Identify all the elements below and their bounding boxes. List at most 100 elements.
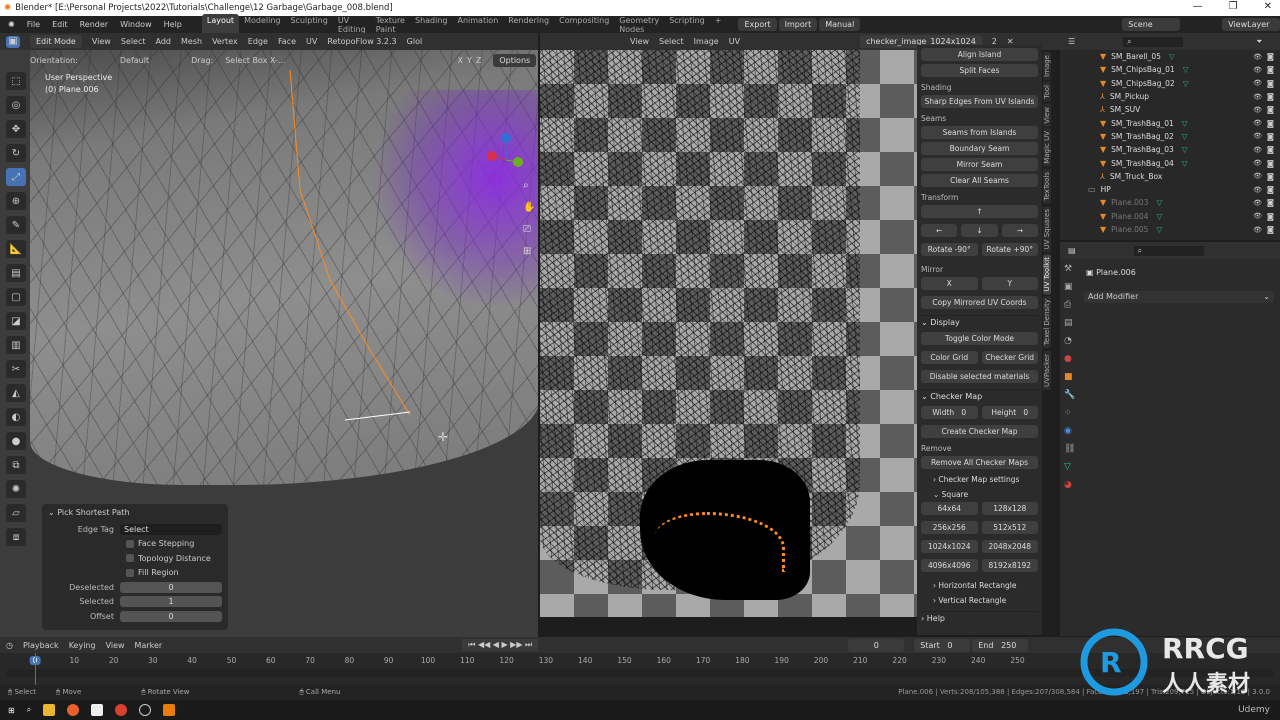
outliner-item[interactable]: ▼ SM_ChipsBag_01 ▽ 👁 ◙ <box>1060 63 1280 76</box>
visibility-eye-icon[interactable]: 👁 <box>1253 53 1262 61</box>
menu-file[interactable]: File <box>27 20 40 29</box>
help-section[interactable]: › Help <box>921 611 1038 625</box>
menu-mesh[interactable]: Mesh <box>181 37 202 46</box>
edge-slide-tool-icon[interactable]: ⧉ <box>6 456 26 474</box>
smooth-tool-icon[interactable]: ● <box>6 432 26 450</box>
move-right-button[interactable]: → <box>1001 224 1038 237</box>
visibility-eye-icon[interactable]: 👁 <box>1253 93 1262 101</box>
physics-props-icon[interactable]: ◉ <box>1064 426 1075 436</box>
size-256-button[interactable]: 256x256 <box>921 521 978 534</box>
visibility-eye-icon[interactable]: 👁 <box>1253 119 1262 127</box>
mesh-data-icon[interactable]: ▽ <box>1156 198 1162 207</box>
mirror-y[interactable]: Y <box>467 56 472 65</box>
import-button[interactable]: Import <box>778 18 818 31</box>
playhead[interactable] <box>35 653 36 685</box>
clear-all-seams-button[interactable]: Clear All Seams <box>921 174 1038 187</box>
render-camera-icon[interactable]: ◙ <box>1267 185 1274 194</box>
remove-all-checker-maps-button[interactable]: Remove All Checker Maps <box>921 456 1038 469</box>
mesh-data-icon[interactable]: ▽ <box>1183 65 1189 74</box>
select-tool-icon[interactable]: ⬚ <box>6 72 26 90</box>
end-frame-field[interactable]: End 250 <box>972 638 1029 652</box>
loop-cut-tool-icon[interactable]: ▥ <box>6 336 26 354</box>
move-tool-icon[interactable]: ✥ <box>6 120 26 138</box>
visibility-eye-icon[interactable]: 👁 <box>1253 212 1262 220</box>
viewlayer-selector[interactable]: ViewLayer <box>1222 18 1280 31</box>
search-icon[interactable]: ⌕ <box>27 705 31 715</box>
outliner-item[interactable]: ▼ SM_TrashBag_04 ▽ 👁 ◙ <box>1060 156 1280 169</box>
blender-menu-icon[interactable]: ✺ <box>8 20 15 29</box>
color-grid-button[interactable]: Color Grid <box>921 351 978 364</box>
menu-window[interactable]: Window <box>120 20 152 29</box>
mode-selector[interactable]: Edit Mode <box>30 35 82 48</box>
tab-magic-uv[interactable]: Magic UV <box>1043 128 1051 167</box>
rotate-pos-90-button[interactable]: Rotate +90° <box>981 243 1038 256</box>
mirror-x[interactable]: X <box>457 56 462 65</box>
boundary-seam-button[interactable]: Boundary Seam <box>921 142 1038 155</box>
world-props-icon[interactable]: ● <box>1064 354 1075 364</box>
fill-region-checkbox[interactable] <box>126 568 134 577</box>
split-faces-button[interactable]: Split Faces <box>921 64 1038 77</box>
manual-button[interactable]: Manual <box>819 18 861 31</box>
uv-menu-uv[interactable]: UV <box>729 37 740 46</box>
toggle-color-mode-button[interactable]: Toggle Color Mode <box>921 332 1038 345</box>
tab-uvpacker[interactable]: UVPacker <box>1043 350 1051 390</box>
move-up-button[interactable]: ↑ <box>921 205 1038 218</box>
shear-tool-icon[interactable]: ▱ <box>6 504 26 522</box>
render-props-icon[interactable]: ▣ <box>1064 282 1075 292</box>
outliner-item[interactable]: ▼ SM_TrashBag_02 ▽ 👁 ◙ <box>1060 130 1280 143</box>
tab-image[interactable]: Image <box>1043 52 1051 80</box>
visibility-eye-icon[interactable]: 👁 <box>1253 172 1262 180</box>
visibility-eye-icon[interactable]: 👁 <box>1253 132 1262 140</box>
blender-taskbar-icon[interactable] <box>163 704 176 716</box>
uv-menu-select[interactable]: Select <box>659 37 684 46</box>
sharp-edges-button[interactable]: Sharp Edges From UV Islands <box>921 95 1038 108</box>
add-modifier-dropdown[interactable]: Add Modifier ⌄ <box>1084 291 1274 303</box>
close-button[interactable]: ✕ <box>1264 1 1272 12</box>
size-128-button[interactable]: 128x128 <box>981 502 1038 515</box>
offset-field[interactable]: 0 <box>120 610 222 622</box>
mesh-data-icon[interactable]: ▽ <box>1183 79 1189 88</box>
outliner-search-icon[interactable]: ⌕ <box>1123 36 1184 47</box>
filter-icon[interactable]: ⏷ <box>1256 37 1262 47</box>
chrome-icon[interactable] <box>115 704 128 716</box>
disable-materials-button[interactable]: Disable selected materials <box>921 370 1038 383</box>
render-camera-icon[interactable]: ◙ <box>1267 145 1274 154</box>
measure-tool-icon[interactable]: 📐 <box>6 240 26 258</box>
data-props-icon[interactable]: ▽ <box>1064 462 1075 472</box>
mesh-data-icon[interactable]: ▽ <box>1156 212 1162 221</box>
scene-props-icon[interactable]: ◔ <box>1064 336 1075 346</box>
render-camera-icon[interactable]: ◙ <box>1267 198 1274 207</box>
visibility-eye-icon[interactable]: 👁 <box>1253 146 1262 154</box>
mirror-z[interactable]: Z <box>476 56 481 65</box>
render-camera-icon[interactable]: ◙ <box>1267 52 1274 61</box>
square-toggle[interactable]: ⌄ Square <box>921 490 1038 499</box>
editor-type-icon[interactable]: ▤ <box>1068 246 1076 255</box>
checker-map-section[interactable]: ⌄ Checker Map <box>921 389 1038 403</box>
menu-timeline-view[interactable]: View <box>106 641 125 650</box>
menu-add[interactable]: Add <box>156 37 172 46</box>
menu-edit[interactable]: Edit <box>52 20 68 29</box>
visibility-eye-icon[interactable]: 👁 <box>1253 66 1262 74</box>
render-camera-icon[interactable]: ◙ <box>1267 65 1274 74</box>
poly-build-tool-icon[interactable]: ◭ <box>6 384 26 402</box>
timeline-editor-icon[interactable]: ◷ <box>6 641 13 650</box>
extrude-tool-icon[interactable]: ▤ <box>6 264 26 282</box>
mesh-data-icon[interactable]: ▽ <box>1169 52 1175 61</box>
move-down-button[interactable]: ↓ <box>961 224 998 237</box>
windows-start-icon[interactable]: ⊞ <box>8 706 15 715</box>
mirror-seam-button[interactable]: Mirror Seam <box>921 158 1038 171</box>
transform-tool-icon[interactable]: ⊕ <box>6 192 26 210</box>
outliner-item[interactable]: ▼ SM_TrashBag_03 ▽ 👁 ◙ <box>1060 143 1280 156</box>
seams-from-islands-button[interactable]: Seams from Islands <box>921 126 1038 139</box>
menu-keying[interactable]: Keying <box>69 641 96 650</box>
mesh-data-icon[interactable]: ▽ <box>1156 225 1162 234</box>
cursor-tool-icon[interactable]: ◎ <box>6 96 26 114</box>
menu-playback[interactable]: Playback <box>23 641 59 650</box>
render-camera-icon[interactable]: ◙ <box>1267 172 1274 181</box>
rotate-neg-90-button[interactable]: Rotate -90° <box>921 243 978 256</box>
uv-menu-view[interactable]: View <box>630 37 649 46</box>
object-props-icon[interactable]: ■ <box>1064 372 1075 382</box>
menu-render[interactable]: Render <box>80 20 108 29</box>
selected-field[interactable]: 1 <box>120 596 222 608</box>
outliner-item[interactable]: ⅄ SM_SUV 👁 ◙ <box>1060 103 1280 116</box>
